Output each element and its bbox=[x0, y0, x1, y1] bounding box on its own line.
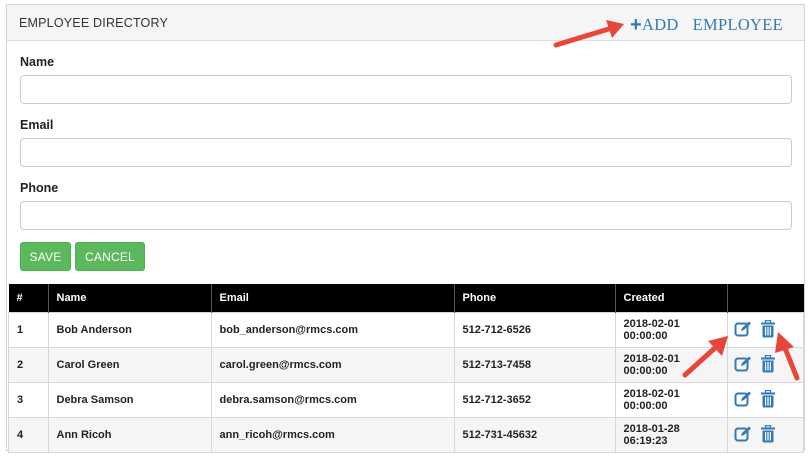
cell-name: Carol Green bbox=[47, 347, 212, 383]
trash-icon[interactable] bbox=[760, 354, 778, 375]
employee-label: EMPLOYEE bbox=[692, 15, 784, 34]
cell-phone: 512-712-3652 bbox=[453, 382, 616, 418]
edit-icon[interactable] bbox=[734, 425, 752, 445]
name-input[interactable] bbox=[20, 75, 792, 104]
email-input[interactable] bbox=[20, 138, 792, 167]
cell-id: 4 bbox=[8, 417, 49, 453]
phone-label: Phone bbox=[20, 181, 59, 195]
phone-input[interactable] bbox=[20, 201, 792, 230]
add-employee-link[interactable]: +ADD EMPLOYEE bbox=[630, 13, 783, 36]
employee-table: # Name Email Phone Created 1 Bob Anderso… bbox=[8, 284, 804, 453]
add-label: ADD bbox=[641, 15, 679, 34]
cell-email: debra.samson@rmcs.com bbox=[210, 382, 455, 418]
col-header-created: Created bbox=[615, 284, 728, 313]
cell-actions bbox=[726, 382, 804, 418]
cell-name: Bob Anderson bbox=[47, 312, 212, 348]
trash-icon[interactable] bbox=[760, 424, 778, 445]
edit-icon[interactable] bbox=[734, 390, 752, 410]
cell-created: 2018-02-01 00:00:00 bbox=[614, 347, 728, 383]
cell-email: ann_ricoh@rmcs.com bbox=[210, 417, 455, 453]
cell-id: 1 bbox=[8, 312, 49, 348]
cell-phone: 512-713-7458 bbox=[453, 347, 616, 383]
cell-phone: 512-712-6526 bbox=[453, 312, 616, 348]
cell-created: 2018-02-01 00:00:00 bbox=[614, 312, 728, 348]
table-header-row: # Name Email Phone Created bbox=[8, 284, 804, 313]
panel-header: EMPLOYEE DIRECTORY +ADD EMPLOYEE bbox=[7, 5, 804, 41]
trash-icon[interactable] bbox=[760, 319, 778, 340]
col-header-phone: Phone bbox=[454, 284, 616, 313]
cell-email: carol.green@rmcs.com bbox=[210, 347, 455, 383]
cancel-button[interactable]: CANCEL bbox=[75, 242, 145, 271]
cell-id: 2 bbox=[8, 347, 49, 383]
cell-name: Ann Ricoh bbox=[47, 417, 212, 453]
col-header-id: # bbox=[8, 284, 49, 313]
table-row: 4 Ann Ricoh ann_ricoh@rmcs.com 512-731-4… bbox=[8, 417, 804, 453]
cell-actions bbox=[726, 347, 804, 383]
cell-created: 2018-02-01 00:00:00 bbox=[614, 382, 728, 418]
cell-id: 3 bbox=[8, 382, 49, 418]
cell-actions bbox=[726, 417, 804, 453]
table-row: 2 Carol Green carol.green@rmcs.com 512-7… bbox=[8, 347, 804, 383]
col-header-actions bbox=[727, 284, 804, 313]
save-button[interactable]: SAVE bbox=[20, 242, 71, 271]
col-header-email: Email bbox=[211, 284, 455, 313]
cell-actions bbox=[726, 312, 804, 348]
name-label: Name bbox=[20, 55, 55, 69]
employee-directory-panel: EMPLOYEE DIRECTORY +ADD EMPLOYEE Name Ema… bbox=[6, 4, 805, 453]
email-label: Email bbox=[20, 118, 54, 132]
edit-icon[interactable] bbox=[734, 355, 752, 375]
panel-title: EMPLOYEE DIRECTORY bbox=[19, 16, 169, 30]
plus-icon: + bbox=[630, 14, 642, 36]
trash-icon[interactable] bbox=[760, 389, 778, 410]
table-row: 1 Bob Anderson bob_anderson@rmcs.com 512… bbox=[8, 312, 804, 348]
cell-phone: 512-731-45632 bbox=[453, 417, 616, 453]
col-header-name: Name bbox=[48, 284, 212, 313]
cell-created: 2018-01-28 06:19:23 bbox=[614, 417, 728, 453]
edit-icon[interactable] bbox=[734, 320, 752, 340]
table-row: 3 Debra Samson debra.samson@rmcs.com 512… bbox=[8, 382, 804, 418]
cell-email: bob_anderson@rmcs.com bbox=[210, 312, 455, 348]
cell-name: Debra Samson bbox=[47, 382, 212, 418]
